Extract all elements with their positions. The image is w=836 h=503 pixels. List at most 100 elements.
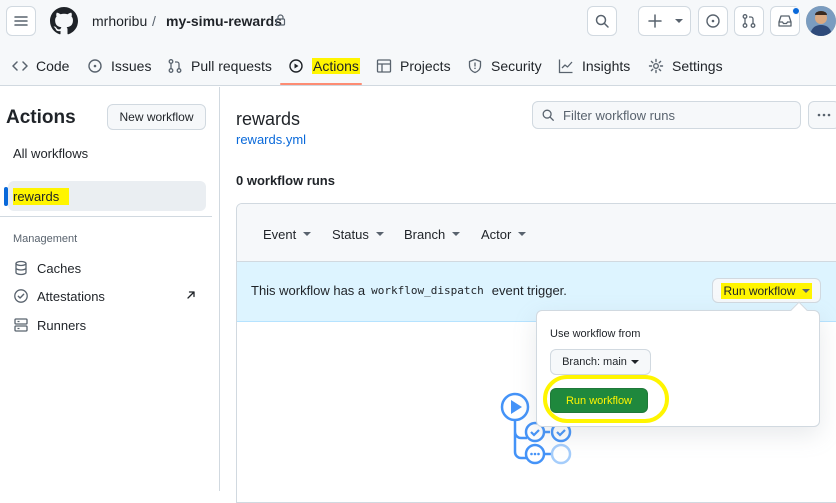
- tab-projects[interactable]: Projects: [376, 56, 451, 76]
- event-filter[interactable]: Event: [263, 226, 312, 242]
- kebab-horizontal-icon: [816, 107, 832, 123]
- dispatch-banner-text: This workflow has a workflow_dispatch ev…: [251, 283, 567, 298]
- play-icon: [288, 58, 312, 74]
- top-header: mrhoribu / my-simu-rewards Code Issues P…: [0, 0, 836, 86]
- filter-placeholder: Filter workflow runs: [563, 107, 675, 123]
- inbox-icon: [777, 13, 793, 29]
- chevron-down-icon: [675, 19, 683, 23]
- use-workflow-from-label: Use workflow from: [550, 328, 641, 340]
- sidebar-item-all-workflows[interactable]: All workflows: [8, 138, 206, 168]
- tab-settings[interactable]: Settings: [648, 56, 723, 76]
- gear-icon: [648, 58, 672, 74]
- pull-request-icon: [741, 13, 757, 29]
- tab-security[interactable]: Security: [467, 56, 542, 76]
- tab-label: Issues: [111, 58, 152, 74]
- filter-workflow-runs-input[interactable]: Filter workflow runs: [532, 101, 801, 129]
- issue-icon: [87, 58, 111, 74]
- issue-icon: [705, 13, 721, 29]
- avatar[interactable]: [806, 6, 836, 36]
- active-tab-underline: [280, 83, 362, 85]
- external-link-icon: [186, 290, 196, 300]
- shield-icon: [467, 58, 491, 74]
- sidebar-title: Actions: [6, 107, 76, 128]
- run-workflow-label: Run workflow: [723, 283, 796, 298]
- run-workflow-popover: Use workflow from Branch: main Run workf…: [536, 310, 820, 427]
- run-workflow-dropdown-button[interactable]: Run workflow: [712, 278, 821, 303]
- sidebar-item-label: Caches: [37, 260, 82, 276]
- branch-select-button[interactable]: Branch: main: [550, 349, 651, 375]
- code-icon: [12, 58, 36, 74]
- status-filter[interactable]: Status: [332, 226, 384, 242]
- plus-icon: [647, 13, 663, 29]
- tab-label: Insights: [582, 58, 631, 74]
- banner-code: workflow_dispatch: [371, 284, 484, 297]
- runs-filter-bar: [237, 204, 836, 262]
- tab-label: Settings: [672, 58, 723, 74]
- server-icon: [13, 317, 37, 333]
- chevron-down-icon: [518, 232, 527, 236]
- table-icon: [376, 58, 400, 74]
- branch-select-label: Branch: main: [562, 356, 627, 368]
- pull-request-icon: [167, 58, 191, 74]
- tab-actions[interactable]: Actions: [288, 56, 360, 76]
- branch-filter[interactable]: Branch: [404, 226, 461, 242]
- event-filter-label: Event: [263, 226, 297, 242]
- chevron-down-icon: [375, 232, 384, 236]
- tab-label: Code: [36, 58, 70, 74]
- sidebar-item-caches[interactable]: Caches: [8, 253, 206, 283]
- status-filter-label: Status: [332, 226, 369, 242]
- sidebar-item-label: rewards: [13, 187, 70, 205]
- tab-issues[interactable]: Issues: [87, 56, 151, 76]
- breadcrumb-separator: /: [152, 13, 156, 29]
- issues-button[interactable]: [698, 6, 728, 36]
- banner-suffix: event trigger.: [491, 283, 567, 298]
- search-icon: [594, 13, 610, 29]
- tab-insights[interactable]: Insights: [558, 56, 630, 76]
- database-icon: [13, 260, 37, 276]
- sidebar-item-label: Attestations: [37, 288, 105, 304]
- workflow-run-count: 0 workflow runs: [236, 173, 335, 188]
- tab-label: Pull requests: [191, 58, 272, 74]
- search-icon: [541, 108, 555, 122]
- sidebar-item-runners[interactable]: Runners: [8, 310, 206, 340]
- tab-code[interactable]: Code: [12, 56, 69, 76]
- sidebar-divider: [0, 216, 212, 217]
- actor-filter-label: Actor: [481, 226, 512, 242]
- notification-dot: [792, 7, 800, 15]
- sidebar: Actions New workflow All workflows rewar…: [0, 87, 220, 491]
- pull-requests-button[interactable]: [734, 6, 764, 36]
- hamburger-icon: [13, 13, 29, 29]
- breadcrumb-owner[interactable]: mrhoribu: [92, 13, 147, 29]
- selected-indicator: [4, 187, 8, 206]
- verified-icon: [13, 288, 37, 304]
- management-heading: Management: [13, 233, 78, 245]
- tab-label: Actions: [312, 58, 360, 74]
- workflow-file-link[interactable]: rewards.yml: [236, 132, 306, 147]
- branch-filter-label: Branch: [404, 226, 446, 242]
- workflow-title: rewards: [236, 109, 301, 129]
- lock-icon: [275, 14, 286, 26]
- tab-label: Security: [491, 58, 542, 74]
- graph-icon: [558, 58, 582, 74]
- chevron-down-icon: [630, 360, 639, 364]
- banner-prefix: This workflow has a: [251, 283, 366, 298]
- run-workflow-label-wrap: Run workflow: [721, 282, 812, 299]
- chevron-down-icon: [303, 232, 312, 236]
- github-logo-icon[interactable]: [50, 7, 78, 35]
- sidebar-item-label: Runners: [37, 317, 87, 333]
- chevron-down-icon: [801, 288, 810, 293]
- actor-filter[interactable]: Actor: [481, 226, 527, 242]
- breadcrumb-repo[interactable]: my-simu-rewards: [166, 13, 282, 29]
- run-workflow-submit-button[interactable]: Run workflow: [550, 388, 648, 413]
- create-new-button[interactable]: [638, 6, 691, 36]
- tab-pull-requests[interactable]: Pull requests: [167, 56, 272, 76]
- sidebar-item-rewards[interactable]: rewards: [8, 181, 206, 211]
- more-options-button[interactable]: [808, 101, 836, 129]
- sidebar-item-attestations[interactable]: Attestations: [8, 281, 206, 311]
- chevron-down-icon: [452, 232, 461, 236]
- sidebar-item-label: All workflows: [13, 145, 89, 161]
- new-workflow-button[interactable]: New workflow: [107, 104, 206, 130]
- search-button[interactable]: [587, 6, 617, 36]
- tab-label: Projects: [400, 58, 451, 74]
- menu-button[interactable]: [6, 6, 36, 36]
